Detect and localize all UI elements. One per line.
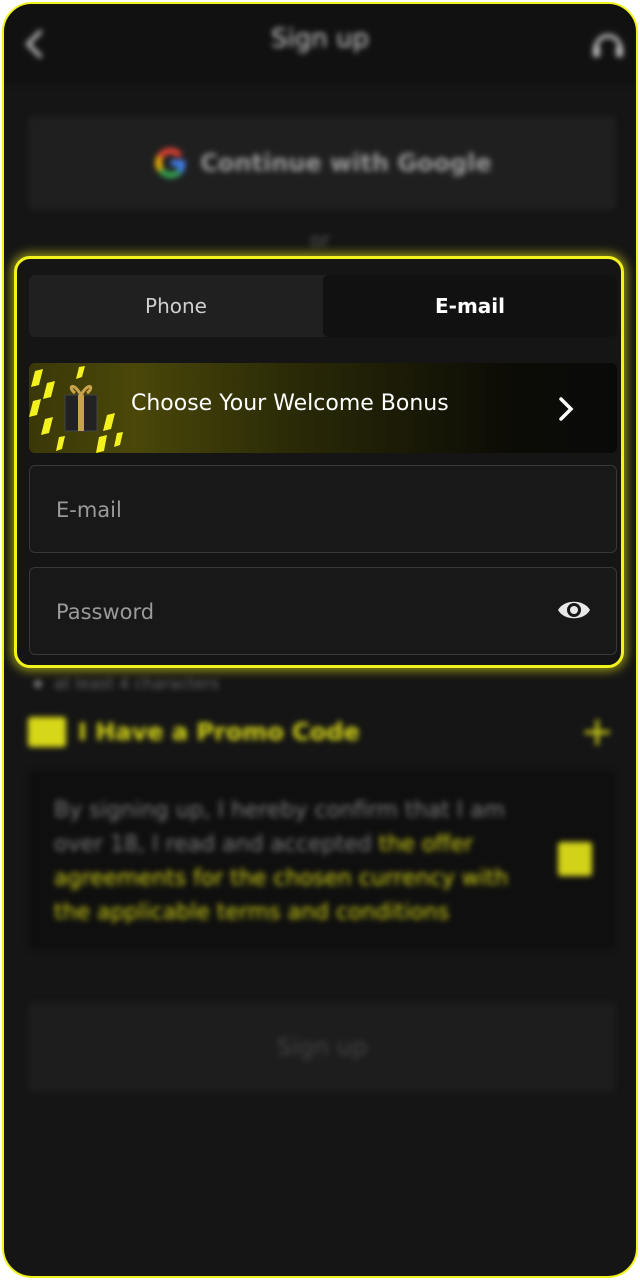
signup-method-tabs: Phone E-mail (29, 275, 617, 337)
welcome-bonus-label: Choose Your Welcome Bonus (131, 391, 449, 416)
welcome-bonus-banner[interactable]: Choose Your Welcome Bonus (29, 363, 617, 453)
consent-text: By signing up, I hereby confirm that I a… (54, 794, 544, 930)
bullet-icon (34, 679, 42, 688)
chevron-right-icon (559, 397, 574, 421)
password-field (29, 567, 617, 656)
promo-code-toggle[interactable]: I Have a Promo Code + (28, 710, 616, 754)
signup-form-highlight: Phone E-mail Choose Your Welcome Bonus (14, 256, 624, 668)
consent-checkbox[interactable] (558, 842, 592, 876)
google-icon (155, 148, 186, 179)
google-signin-button[interactable]: Continue with Google (28, 116, 616, 210)
sign-up-button[interactable]: Sign up (28, 1002, 616, 1092)
google-button-label: Continue with Google (200, 149, 492, 177)
phone-frame: Sign up Continue with Google or at least… (2, 2, 638, 1278)
tab-email[interactable]: E-mail (323, 275, 617, 337)
email-field (29, 465, 617, 554)
ticket-icon (28, 717, 66, 747)
eye-icon[interactable] (556, 596, 592, 624)
consent-box: By signing up, I hereby confirm that I a… (28, 770, 616, 950)
gift-icon (29, 366, 123, 453)
plus-icon[interactable]: + (580, 712, 614, 752)
password-hint: at least 4 characters (34, 674, 219, 693)
or-divider: or (309, 228, 331, 252)
password-input[interactable] (54, 568, 538, 656)
top-bar: Sign up (4, 4, 636, 84)
password-hint-text: at least 4 characters (54, 674, 220, 693)
promo-code-label: I Have a Promo Code (78, 718, 360, 746)
email-input[interactable] (54, 466, 538, 554)
headset-icon[interactable] (588, 24, 628, 64)
tab-phone[interactable]: Phone (29, 275, 323, 337)
page-title: Sign up (271, 24, 369, 54)
